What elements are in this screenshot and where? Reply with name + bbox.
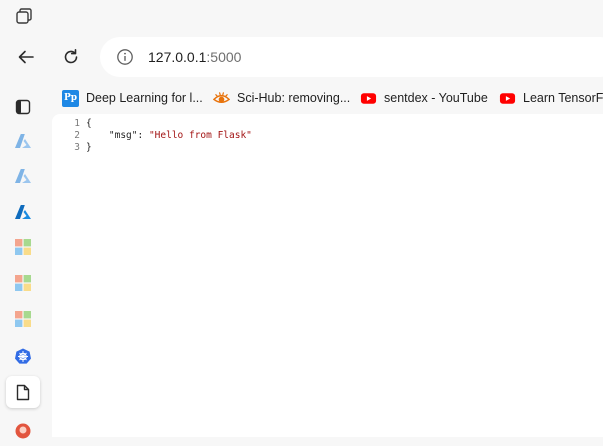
sidebar-item-app[interactable] bbox=[6, 416, 40, 446]
sidebar-item-microsoft-1[interactable] bbox=[6, 232, 40, 262]
scihub-eye-icon bbox=[213, 91, 230, 103]
json-viewer: 1 { 2 "msg": "Hello from Flask" 3 } bbox=[52, 118, 252, 154]
sidebar-item-azure-3[interactable] bbox=[6, 197, 40, 227]
bookmark-label: Deep Learning for l... bbox=[86, 91, 203, 105]
youtube-icon bbox=[499, 92, 516, 104]
refresh-button[interactable] bbox=[55, 41, 87, 73]
azure-icon bbox=[15, 134, 31, 148]
arrow-left-icon bbox=[18, 50, 34, 64]
line-number: 3 bbox=[74, 142, 80, 153]
bookmark-scihub[interactable]: Sci-Hub: removing... bbox=[213, 88, 350, 108]
sidebar-item-file[interactable] bbox=[6, 376, 40, 408]
url-host: 127.0.0.1 bbox=[148, 49, 207, 65]
line-number: 1 bbox=[74, 118, 80, 129]
page-content: 1 { 2 "msg": "Hello from Flask" 3 } bbox=[52, 114, 603, 437]
microsoft-icon bbox=[15, 275, 31, 291]
tab-actions-icon bbox=[15, 99, 31, 115]
info-icon[interactable] bbox=[116, 48, 134, 66]
url-port: :5000 bbox=[206, 49, 242, 65]
code-line: 3 } bbox=[52, 142, 252, 154]
json-open-brace: { bbox=[86, 118, 92, 129]
address-bar[interactable]: 127.0.0.1:5000 bbox=[100, 37, 603, 77]
url-text[interactable]: 127.0.0.1:5000 bbox=[148, 49, 241, 65]
sidebar-item-tab-actions[interactable] bbox=[6, 92, 40, 122]
file-icon bbox=[16, 384, 30, 400]
line-number: 2 bbox=[74, 130, 80, 141]
toolbar: 127.0.0.1:5000 bbox=[0, 34, 603, 80]
azure-icon bbox=[15, 205, 31, 219]
sidebar-item-microsoft-3[interactable] bbox=[6, 304, 40, 334]
youtube-icon bbox=[360, 92, 377, 104]
json-string-value: "Hello from Flask" bbox=[148, 130, 252, 141]
azure-icon bbox=[15, 169, 31, 183]
code-line: 1 { bbox=[52, 118, 252, 130]
bookmark-label: Sci-Hub: removing... bbox=[237, 91, 351, 105]
json-key: "msg" bbox=[108, 130, 138, 141]
tab-actions-icon[interactable] bbox=[14, 7, 36, 27]
json-separator: : bbox=[137, 130, 149, 141]
bookmarks-bar: Pp Deep Learning for l... Sci-Hub: remov… bbox=[52, 82, 603, 114]
sidebar-item-kubernetes[interactable] bbox=[6, 341, 40, 371]
json-close-brace: } bbox=[86, 142, 92, 153]
sidebar-item-azure-2[interactable] bbox=[6, 161, 40, 191]
microsoft-icon bbox=[15, 311, 31, 327]
back-button[interactable] bbox=[10, 41, 42, 73]
bookmark-deep-learning[interactable]: Pp Deep Learning for l... bbox=[62, 88, 203, 108]
sidebar-item-microsoft-2[interactable] bbox=[6, 268, 40, 298]
sidebar bbox=[0, 80, 48, 439]
pp-icon: Pp bbox=[62, 89, 79, 107]
bookmark-learn-tensorflow[interactable]: Learn TensorFlo bbox=[499, 88, 603, 108]
bookmark-label: Learn TensorFlo bbox=[523, 91, 603, 105]
json-entry: "msg": "Hello from Flask" bbox=[86, 130, 252, 142]
kubernetes-icon bbox=[15, 348, 31, 364]
bookmark-sentdex[interactable]: sentdex - YouTube bbox=[360, 88, 488, 108]
code-line: 2 "msg": "Hello from Flask" bbox=[52, 130, 252, 142]
refresh-icon bbox=[64, 49, 78, 64]
tab-bar bbox=[0, 0, 603, 34]
bookmark-label: sentdex - YouTube bbox=[384, 91, 488, 105]
sidebar-item-azure-1[interactable] bbox=[6, 126, 40, 156]
microsoft-icon bbox=[15, 239, 31, 255]
